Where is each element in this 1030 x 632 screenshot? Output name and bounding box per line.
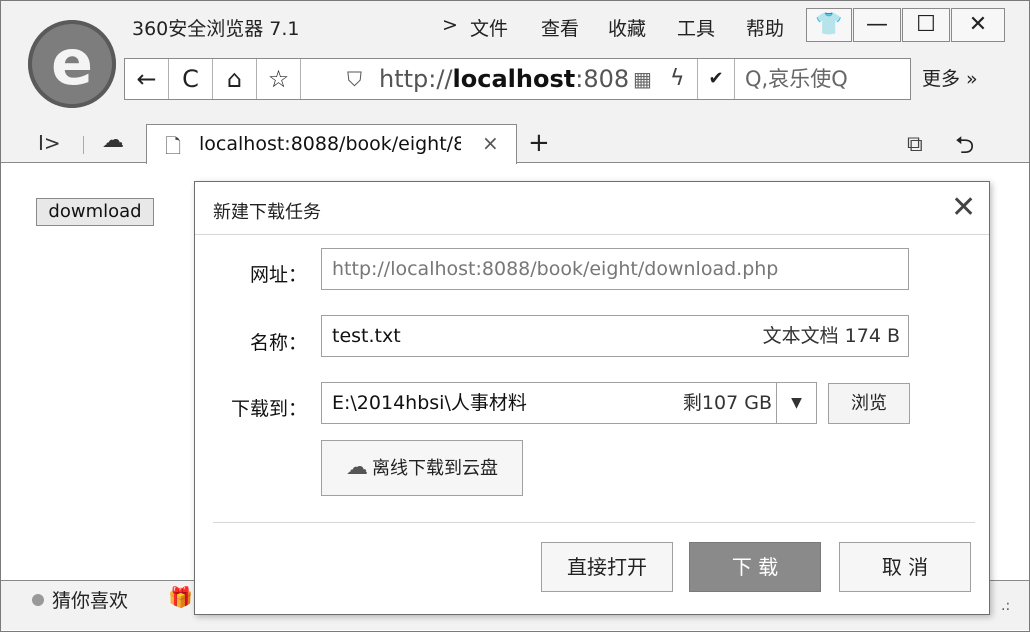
new-tab-button[interactable]: + xyxy=(528,128,550,158)
360-browser-logo-icon[interactable]: e xyxy=(28,20,116,108)
download-button[interactable]: 下 载 xyxy=(689,542,821,592)
shield-icon[interactable]: ⛉ xyxy=(347,59,362,99)
status-dot-icon xyxy=(32,594,44,606)
new-download-dialog: 新建下载任务 ✕ 网址： http://localhost:8088/book/… xyxy=(194,181,990,615)
page-icon: 🗋 xyxy=(165,134,182,158)
menu-view[interactable]: 查看 xyxy=(541,14,579,41)
tabs-menu-icon[interactable]: ⧉ xyxy=(907,132,923,157)
reload-button[interactable]: C xyxy=(169,59,213,99)
url-prefix: http:// xyxy=(379,65,453,93)
save-path-value: E:\2014hbsi\人事材料 xyxy=(332,392,527,414)
divider xyxy=(195,234,989,235)
open-directly-button[interactable]: 直接打开 xyxy=(541,542,673,592)
file-type-size: 文本文档 174 B xyxy=(762,325,900,347)
guess-you-like-link[interactable]: 猜你喜欢 xyxy=(52,586,128,613)
save-path-field[interactable]: E:\2014hbsi\人事材料 剩107 GB ▼ xyxy=(321,382,817,424)
tab-close-icon[interactable]: × xyxy=(482,131,499,155)
gift-icon[interactable]: 🎁 xyxy=(168,585,193,609)
more-button[interactable]: 更多 » xyxy=(922,60,978,98)
url-rest: :808 xyxy=(575,65,630,93)
app-title: 360安全浏览器 7.1 xyxy=(132,18,300,40)
tab-separator xyxy=(83,136,84,154)
tab-active[interactable]: 🗋 localhost:8088/book/eight/8 × xyxy=(146,124,517,164)
name-label: 名称： xyxy=(249,332,307,354)
cloud-icon: ☁ xyxy=(346,455,368,480)
free-space-text: 剩107 GB xyxy=(682,392,772,414)
menu-collapse-arrow[interactable]: > xyxy=(442,14,458,36)
home-button[interactable]: ⌂ xyxy=(213,59,257,99)
menu-favorites[interactable]: 收藏 xyxy=(608,14,646,41)
back-button[interactable]: ← xyxy=(125,59,169,99)
cloud-icon[interactable]: ☁ xyxy=(102,128,124,153)
url-field[interactable]: http://localhost:8088/book/eight/downloa… xyxy=(321,248,909,290)
dialog-title: 新建下载任务 xyxy=(213,202,321,223)
skin-button[interactable]: 👕 xyxy=(806,8,852,42)
undo-close-tab-icon[interactable]: ⮌ xyxy=(955,128,974,169)
dialog-close-icon[interactable]: ✕ xyxy=(951,188,976,228)
favorite-star-button[interactable]: ☆ xyxy=(257,59,301,99)
path-dropdown-icon[interactable]: ▼ xyxy=(776,383,816,423)
navigation-bar: ← C ⌂ ☆ ⛉ http://localhost:808 ▦ ϟ ✔ Q,哀… xyxy=(124,58,911,100)
qr-code-icon[interactable]: ▦ xyxy=(633,59,652,99)
minimize-button[interactable]: — xyxy=(853,8,901,42)
save-to-label: 下载到： xyxy=(230,398,307,420)
cancel-button[interactable]: 取 消 xyxy=(839,542,971,592)
browse-button[interactable]: 浏览 xyxy=(828,383,910,424)
filename-field[interactable]: test.txt 文本文档 174 B xyxy=(321,315,909,357)
window-close-button[interactable]: ✕ xyxy=(951,8,1005,42)
menu-file[interactable]: 文件 xyxy=(470,14,508,41)
tab-title: localhost:8088/book/eight/8 xyxy=(199,133,461,155)
address-bar[interactable]: http://localhost:808 xyxy=(379,59,629,99)
search-box[interactable]: Q,哀乐使Q xyxy=(745,59,848,99)
resize-grip-icon[interactable]: .: xyxy=(1001,598,1010,614)
page-download-button[interactable]: dowmload xyxy=(36,198,154,226)
menu-tools[interactable]: 工具 xyxy=(677,14,715,41)
menu-help[interactable]: 帮助 xyxy=(746,14,784,41)
url-host: localhost xyxy=(452,65,576,93)
flash-icon[interactable]: ϟ xyxy=(670,59,685,99)
maximize-button[interactable]: ☐ xyxy=(902,8,950,42)
divider xyxy=(213,522,975,523)
sidebar-toggle-icon[interactable]: I> xyxy=(38,131,61,155)
url-label: 网址： xyxy=(249,264,307,286)
filename-value: test.txt xyxy=(332,325,401,347)
offline-cloud-download-button[interactable]: ☁ 离线下载到云盘 xyxy=(321,440,523,496)
cloud-button-label: 离线下载到云盘 xyxy=(372,458,498,479)
address-dropdown-button[interactable]: ✔ xyxy=(697,59,735,99)
